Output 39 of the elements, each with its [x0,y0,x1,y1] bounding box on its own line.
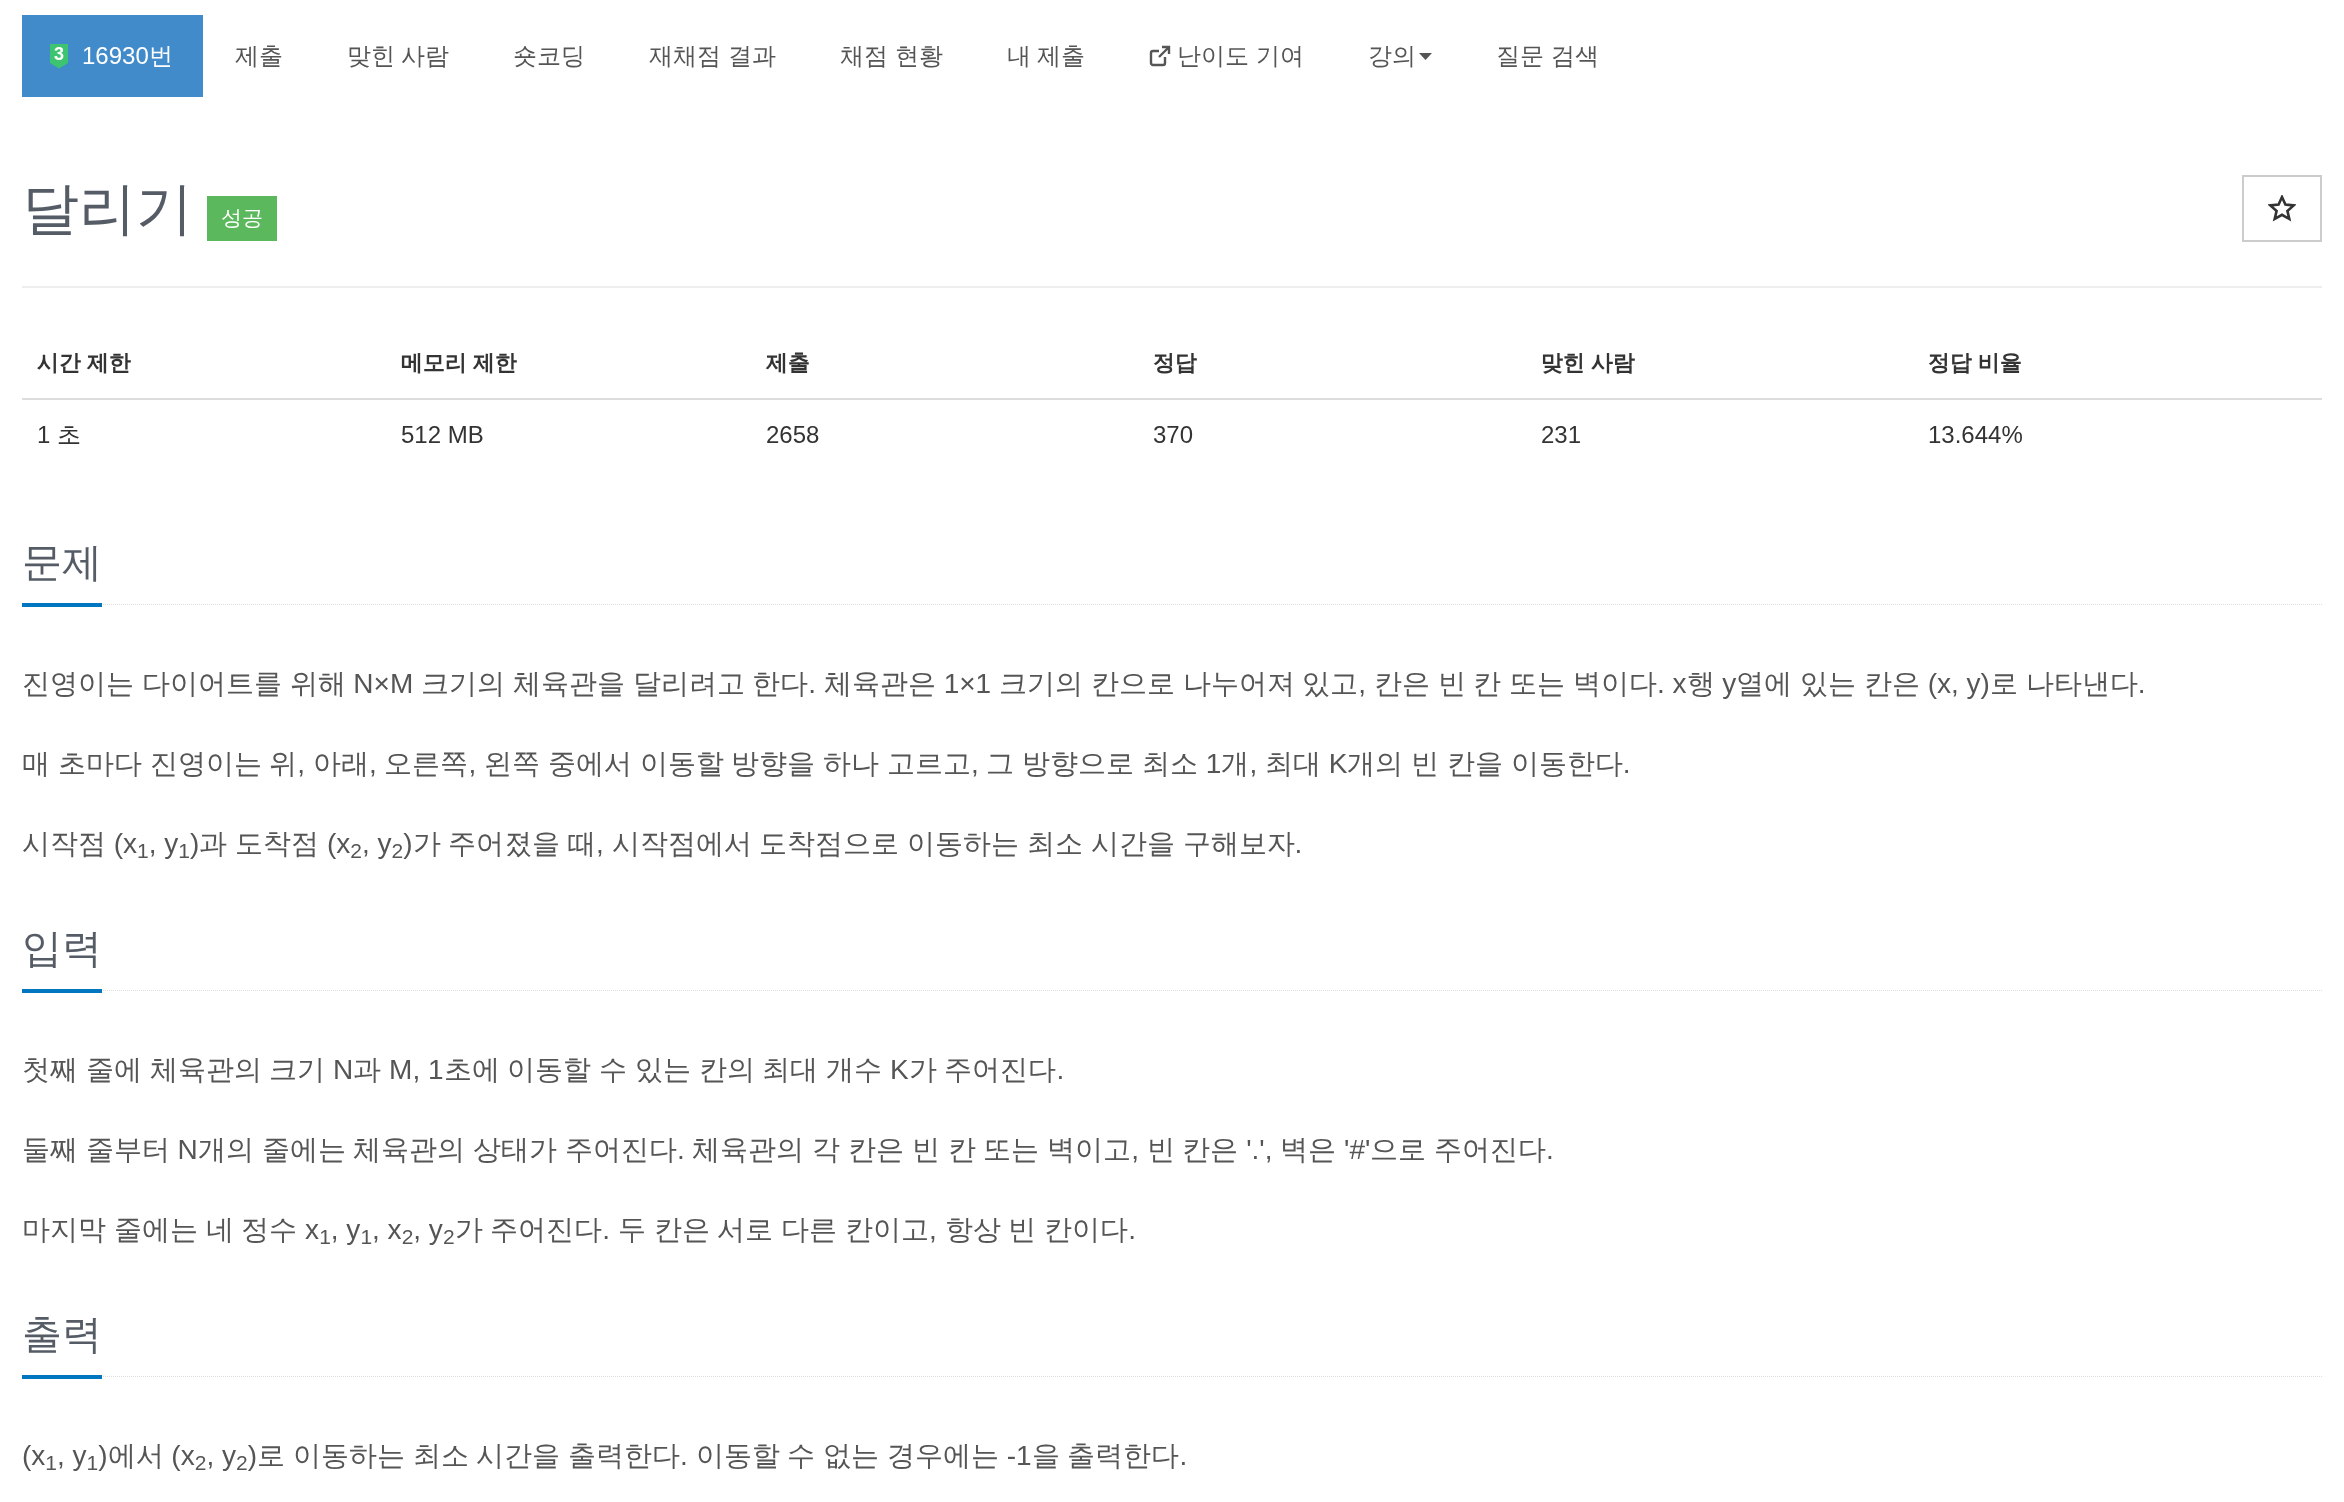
table-cell-text: 512 MB [400,420,485,450]
star-icon [2268,194,2296,222]
table-cell-text: 1 초 [36,420,82,450]
table-cell-text: 231 [1540,420,1583,450]
table-header: 메모리 제한 [386,328,751,400]
section-title: 입력 [22,924,102,993]
status-badge: 성공 [207,195,277,241]
paragraph: 첫째 줄에 체육관의 크기 N과 M, 1초에 이동할 수 있는 칸의 최대 개수 K가 주어진다. [22,1053,1066,1087]
paragraph: 진영이는 다이어트를 위해 N×M 크기의 체육관을 달리려고 한다. 체육관은 1×1 크기의 칸으로 나누어져 있고, 칸은 빈 칸 또는 벽이다. x행 y열에 있는 칸은 (x, y)로 나타낸다. [22,667,2147,701]
nav-tab[interactable]: 맞힌 사람 [314,15,482,97]
caret-icon [1419,52,1433,60]
section-title: 문제 [22,538,102,607]
favorite-button[interactable] [2242,174,2322,242]
table-header: 정답 비율 [1913,328,2322,400]
paragraph: 마지막 줄에는 네 정수 x$_{1}$, y$_{1}$, x$_{2}$, y$_{2}$가 주어진다. 두 칸은 서로 다른 칸이고, 항상 빈 칸이다. [22,1213,1137,1250]
nav-tab[interactable]: 질문 검색 [1464,15,1631,97]
nav-tab[interactable]: 제출 [202,15,315,97]
table-header: 맞힌 사람 [1526,328,1913,400]
section-title: 출력 [22,1310,102,1379]
paragraph: 시작점 (x$_{1}$, y$_{1}$)과 도착점 (x$_{2}$, y$_{2}$)가 주어졌을 때, 시작점에서 도착점으로 이동하는 최소 시간을 구해보자. [22,827,1304,864]
table-cell-text: 370 [1152,420,1195,450]
table-header: 제출 [751,328,1138,400]
nav-tab[interactable]: 재채점 결과 [617,15,809,97]
nav-tab[interactable]: 채점 현황 [808,15,975,97]
problem-title: 달리기 [22,175,193,242]
paragraph: 매 초마다 진영이는 위, 아래, 오른쪽, 왼쪽 중에서 이동할 방향을 하나 고르고, 그 방향으로 최소 1개, 최대 K개의 빈 칸을 이동한다. [22,747,1632,781]
nav-tab[interactable]: 강의 [1336,15,1465,97]
nav-tab[interactable]: 난이도 기여 [1117,15,1337,97]
external-link-icon [1149,45,1172,67]
paragraph: (x$_{1}$, y$_{1}$)에서 (x$_{2}$, y$_{2}$)로 이동하는 최소 시간을 출력한다. 이동할 수 없는 경우에는 -1을 출력한다. [22,1439,1189,1476]
nav-tab[interactable]: 내 제출 [974,15,1118,97]
table-cell-text: 13.644% [1927,420,2024,450]
table-header: 시간 제한 [22,328,386,400]
tier-badge: 3 [50,43,68,69]
nav-tab[interactable]: 숏코딩 [481,15,618,97]
table-header: 정답 [1138,328,1526,400]
nav-tab[interactable]: 3 16930번 [22,15,203,97]
table-cell-text: 2658 [765,420,821,450]
paragraph: 둘째 줄부터 N개의 줄에는 체육관의 상태가 주어진다. 체육관의 각 칸은 빈 칸 또는 벽이고, 빈 칸은 '.', 벽은 '#'으로 주어진다. [22,1133,1555,1167]
